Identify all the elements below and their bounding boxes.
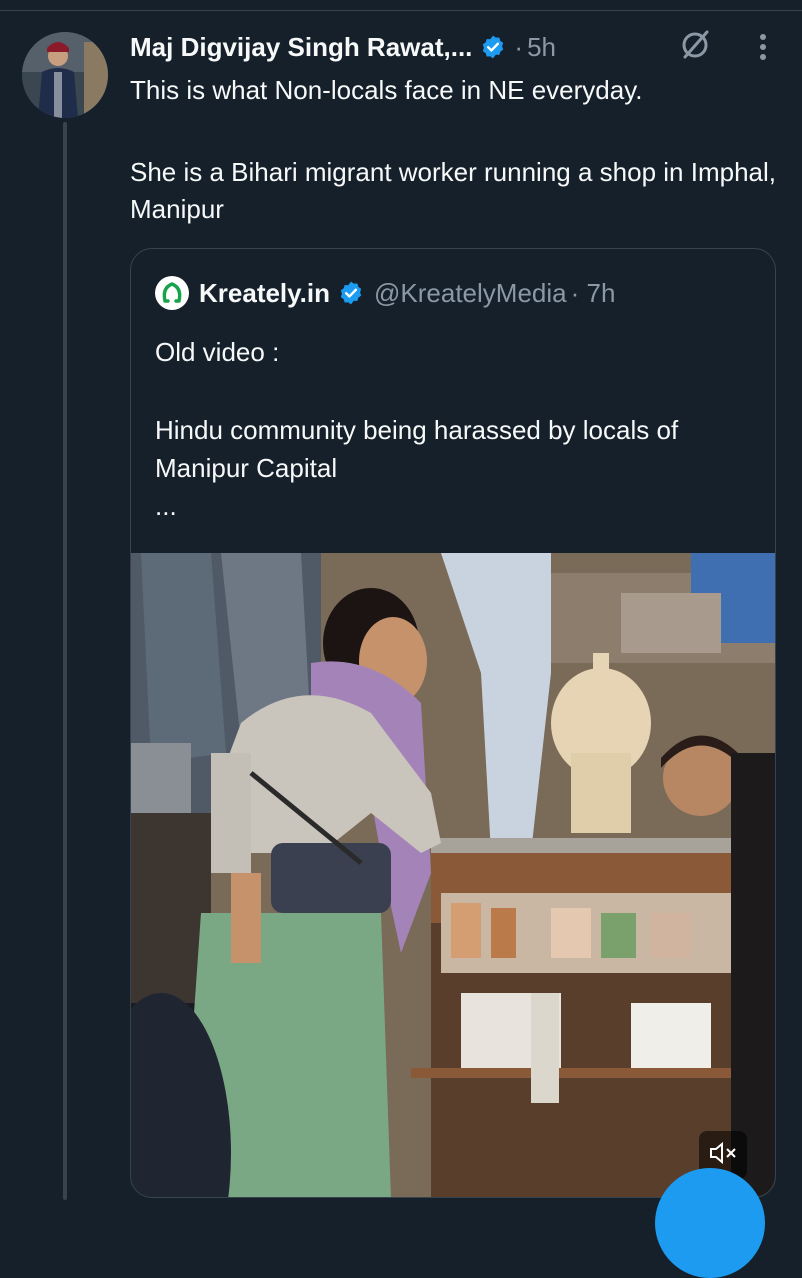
timestamp[interactable]: 5h [527, 32, 556, 63]
more-options-icon[interactable] [748, 30, 778, 64]
top-divider [0, 10, 802, 11]
quoted-author-handle[interactable]: @KreatelyMedia [374, 278, 567, 309]
grok-icon[interactable] [678, 28, 712, 62]
thread-line [63, 122, 67, 1200]
mute-speaker-icon [708, 1140, 738, 1171]
quoted-line: Old video : [155, 337, 280, 367]
video-player[interactable] [131, 553, 775, 1197]
kreately-logo-icon [155, 276, 189, 310]
quoted-author-name[interactable]: Kreately.in [199, 278, 330, 309]
tweet-line: This is what Non-locals face in NE every… [130, 75, 643, 105]
video-frame [131, 553, 775, 1197]
verified-badge-icon [338, 280, 364, 306]
verified-badge-icon [480, 34, 506, 60]
quoted-timestamp[interactable]: 7h [587, 278, 616, 308]
tweet-line: She is a Bihari migrant worker running a… [130, 157, 776, 224]
quoted-tweet-text: Old video : Hindu community being harass… [155, 333, 755, 525]
quoted-line: Hindu community being harassed by locals… [155, 415, 679, 483]
compose-fab-button[interactable] [655, 1168, 765, 1278]
tweet-header: Maj Digvijay Singh Rawat,... · 5h [130, 26, 790, 68]
quoted-tweet-header: Kreately.in @KreatelyMedia · 7h [155, 275, 615, 311]
author-name[interactable]: Maj Digvijay Singh Rawat,... [130, 32, 472, 63]
separator-dot: · [514, 31, 524, 62]
tweet-text: This is what Non-locals face in NE every… [130, 72, 790, 228]
avatar[interactable] [22, 32, 108, 118]
quoted-separator: · 7h [571, 278, 616, 309]
quoted-tweet[interactable]: Kreately.in @KreatelyMedia · 7h Old vide… [130, 248, 776, 1198]
quoted-ellipsis: ... [155, 491, 177, 521]
separator-dot: · [570, 277, 580, 308]
